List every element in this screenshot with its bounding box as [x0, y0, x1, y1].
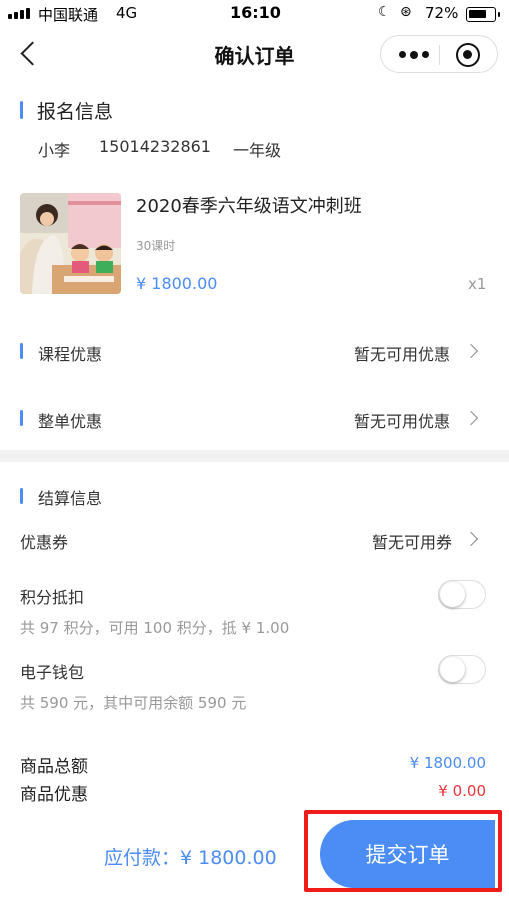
- course-quantity: x1: [468, 275, 487, 293]
- navigation-bar: 确认订单: [0, 28, 509, 80]
- toggle-knob: [440, 582, 465, 607]
- signal-icon: [8, 8, 30, 19]
- status-bar: 中国联通 4G 16:10 ☾ ⊛ 72%: [0, 0, 509, 28]
- row-accent-bar: [20, 410, 23, 426]
- mini-program-capsule: [380, 35, 498, 73]
- course-price: ¥ 1800.00: [136, 274, 218, 293]
- section-accent-bar: [20, 101, 23, 119]
- course-discount-label: 课程优惠: [38, 345, 103, 364]
- settlement-section-title: 结算信息: [38, 489, 103, 508]
- student-phone: 15014232861: [99, 137, 211, 156]
- points-label: 积分抵扣: [20, 588, 85, 607]
- wallet-label: 电子钱包: [20, 663, 85, 682]
- discount-label: 商品优惠: [20, 785, 88, 805]
- battery-icon: [466, 7, 500, 22]
- student-grade: 一年级: [233, 141, 282, 160]
- registration-section-title: 报名信息: [37, 101, 114, 123]
- order-discount-value: 暂无可用优惠: [354, 412, 451, 431]
- course-discount-value: 暂无可用优惠: [354, 345, 451, 364]
- submit-order-button[interactable]: 提交订单: [320, 820, 495, 888]
- student-name: 小李: [38, 141, 71, 160]
- toggle-knob: [440, 657, 465, 682]
- course-title: 2020春季六年级语文冲刺班: [136, 196, 362, 217]
- wallet-detail: 共 590 元，其中可用余额 590 元: [20, 694, 247, 712]
- payable-amount: 应付款：¥ 1800.00: [104, 847, 277, 869]
- section-accent-bar: [20, 488, 23, 504]
- chevron-right-icon: [463, 343, 479, 359]
- more-options-icon[interactable]: [399, 50, 429, 59]
- do-not-disturb-icon: ☾: [378, 4, 391, 20]
- coupon-value: 暂无可用券: [372, 533, 453, 552]
- points-detail: 共 97 积分，可用 100 积分，抵 ¥ 1.00: [20, 619, 290, 637]
- course-thumbnail: [20, 193, 121, 294]
- total-label: 商品总额: [20, 757, 88, 777]
- chevron-right-icon: [463, 531, 479, 547]
- battery-percent: 72%: [425, 4, 459, 22]
- network-type: 4G: [116, 4, 138, 22]
- close-mini-program-icon[interactable]: [456, 43, 480, 67]
- row-accent-bar: [20, 343, 23, 359]
- carrier-name: 中国联通: [38, 6, 99, 24]
- discount-value: ¥ 0.00: [438, 782, 486, 800]
- coupon-label: 优惠券: [20, 533, 69, 552]
- rotation-lock-icon: ⊛: [400, 4, 412, 20]
- order-discount-label: 整单优惠: [38, 412, 103, 431]
- chevron-right-icon: [463, 410, 479, 426]
- section-divider: [0, 450, 509, 462]
- capsule-divider: [439, 45, 440, 65]
- course-hours: 30课时: [136, 239, 176, 253]
- wallet-toggle[interactable]: [438, 655, 486, 684]
- points-toggle[interactable]: [438, 580, 486, 609]
- clock: 16:10: [230, 3, 281, 22]
- total-value: ¥ 1800.00: [409, 754, 486, 772]
